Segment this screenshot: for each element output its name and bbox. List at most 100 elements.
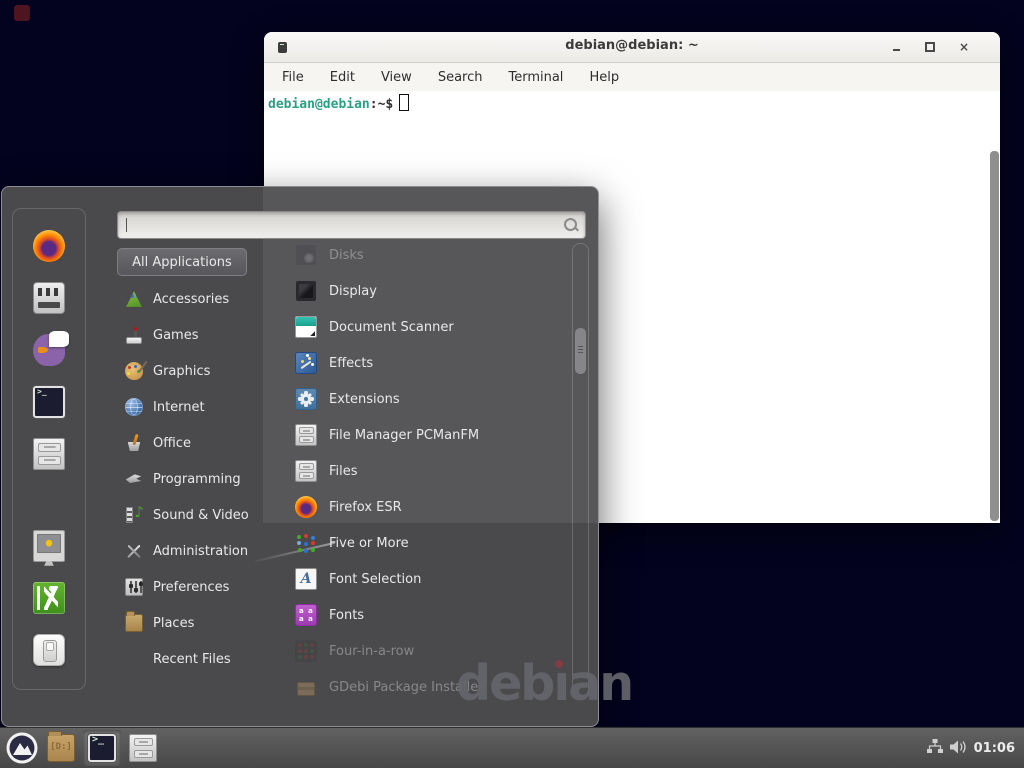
edit[interactable]: Edit: [330, 70, 355, 85]
games-icon: [125, 326, 143, 344]
menu-search: [117, 211, 586, 239]
application-label: File Manager PCManFM: [329, 428, 479, 443]
taskbar-clock[interactable]: 01:06: [974, 741, 1015, 756]
office-icon: [125, 434, 143, 452]
cabinet-icon: [295, 460, 317, 482]
menu-button[interactable]: [5, 731, 39, 765]
terminal-icon: [88, 734, 116, 762]
application-label: GDebi Package Installer: [329, 680, 484, 695]
favorite-control-center[interactable]: [33, 282, 65, 314]
application-label: Firefox ESR: [329, 500, 402, 515]
minimize-button[interactable]: [888, 39, 904, 55]
application-label: Disks: [329, 248, 364, 263]
view[interactable]: View: [381, 70, 412, 85]
programming[interactable]: Programming: [117, 461, 277, 497]
accessories[interactable]: Accessories: [117, 281, 277, 317]
application-label: Font Selection: [329, 572, 421, 587]
help[interactable]: Help: [589, 70, 619, 85]
folder-icon: [47, 734, 75, 762]
office[interactable]: Office: [117, 425, 277, 461]
extensions[interactable]: Extensions: [281, 381, 573, 417]
category-label: Internet: [153, 400, 205, 415]
search-input[interactable]: [117, 211, 586, 239]
launcher-file-manager[interactable]: [42, 730, 80, 766]
category-label: Places: [153, 616, 194, 631]
four-in-a-row[interactable]: Four-in-a-row: [281, 633, 573, 669]
internet[interactable]: Internet: [117, 389, 277, 425]
places[interactable]: Places: [117, 605, 277, 641]
application-label: Display: [329, 284, 377, 299]
fontsel-icon: [295, 568, 317, 590]
sound-video[interactable]: Sound & Video: [117, 497, 277, 533]
preferences[interactable]: Preferences: [117, 569, 277, 605]
graphics[interactable]: Graphics: [117, 353, 277, 389]
application-label: Files: [329, 464, 358, 479]
cabinet-icon: [295, 424, 317, 446]
terminal-scrollbar[interactable]: [990, 151, 999, 521]
text-caret: [126, 218, 127, 232]
menu-item-label: File: [282, 70, 304, 85]
window-button-terminal[interactable]: [83, 730, 121, 766]
category-label: Administration: [153, 544, 248, 559]
all-applications[interactable]: All Applications: [117, 248, 247, 276]
docscan-icon: [295, 316, 317, 338]
font-selection[interactable]: Font Selection: [281, 561, 573, 597]
administration[interactable]: Administration: [117, 533, 277, 569]
terminal-menubar: File Edit View Search Terminal Help: [264, 63, 1000, 92]
file-manager-pcmanfm[interactable]: File Manager PCManFM: [281, 417, 573, 453]
display[interactable]: Display: [281, 273, 573, 309]
session-shut-down[interactable]: [33, 634, 65, 666]
games[interactable]: Games: [117, 317, 277, 353]
favorite-file-manager[interactable]: [33, 438, 65, 470]
fourinarow-icon: [295, 640, 317, 662]
category-label: Preferences: [153, 580, 229, 595]
volume-icon[interactable]: [950, 739, 967, 758]
favorite-firefox[interactable]: [33, 230, 65, 262]
document-scanner[interactable]: Document Scanner: [281, 309, 573, 345]
cabinet-icon: [129, 734, 157, 762]
application-label: Document Scanner: [329, 320, 454, 335]
admin-icon: [125, 542, 143, 560]
menu-scrollbar-thumb[interactable]: [575, 328, 586, 374]
search-icon: [564, 218, 577, 231]
effects[interactable]: Effects: [281, 345, 573, 381]
close-button[interactable]: ×: [956, 39, 972, 55]
category-label: Sound & Video: [153, 508, 249, 523]
firefox-icon: [295, 496, 317, 518]
session-lock-screen[interactable]: [33, 530, 65, 562]
firefox-esr[interactable]: Firefox ESR: [281, 489, 573, 525]
maximize-button[interactable]: [922, 39, 938, 55]
search[interactable]: Search: [438, 70, 483, 85]
extensions-icon: [295, 388, 317, 410]
favorite-terminal[interactable]: [33, 386, 65, 418]
five-or-more[interactable]: Five or More: [281, 525, 573, 561]
taskbar-buttons: [39, 730, 162, 766]
network-icon[interactable]: [927, 739, 943, 758]
fonts[interactable]: Fonts: [281, 597, 573, 633]
category-label: Office: [153, 436, 191, 451]
launcher-files[interactable]: [124, 730, 162, 766]
gdebi-package-installer[interactable]: GDebi Package Installer: [281, 669, 573, 705]
files[interactable]: Files: [281, 453, 573, 489]
application-label: Extensions: [329, 392, 400, 407]
session-log-out[interactable]: [33, 582, 65, 614]
application-label: Five or More: [329, 536, 409, 551]
terminal-scrollbar-thumb[interactable]: [990, 151, 999, 521]
terminal-titlebar[interactable]: debian@debian: ~ ×: [264, 32, 1000, 63]
terminal-cursor: [399, 94, 409, 111]
application-menu: All Applications Accessories Games Graph…: [1, 186, 599, 727]
file[interactable]: File: [282, 70, 304, 85]
disks-icon: [295, 244, 317, 266]
disks[interactable]: Disks: [281, 237, 573, 273]
system-tray: 01:06: [927, 739, 1024, 758]
menu-scrollbar[interactable]: [572, 243, 589, 697]
menu-item-label: Search: [438, 70, 483, 85]
category-list: All Applications Accessories Games Graph…: [117, 248, 277, 677]
soundvideo-icon: [125, 506, 143, 524]
recent-files[interactable]: Recent Files: [117, 641, 277, 677]
category-label: Recent Files: [153, 652, 231, 667]
desktop[interactable]: debian@debian: ~ × File Edit View Search Ter…: [0, 0, 1024, 768]
terminal[interactable]: Terminal: [508, 70, 563, 85]
menu-item-label: View: [381, 70, 412, 85]
favorite-pidgin[interactable]: [33, 334, 65, 366]
